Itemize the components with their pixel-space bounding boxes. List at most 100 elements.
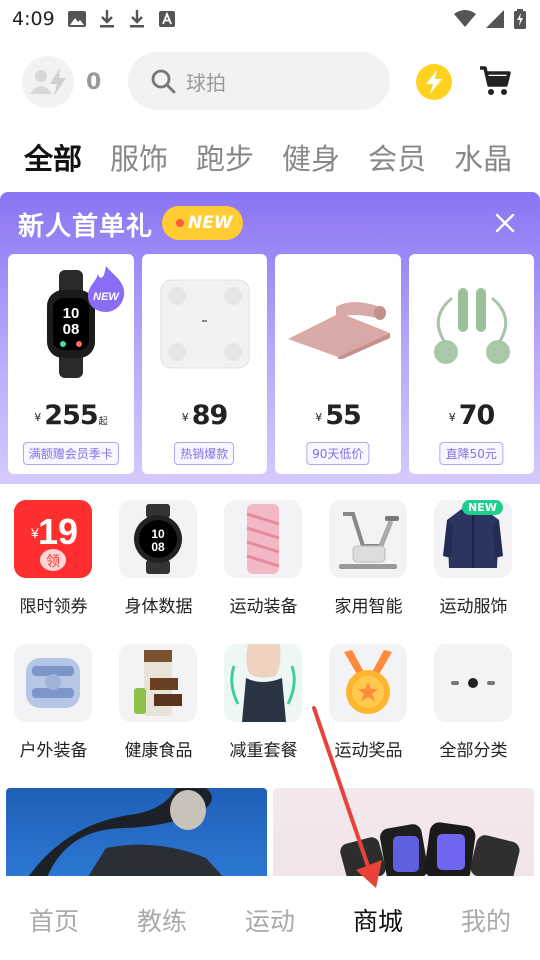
- user-bolt-icon: [30, 68, 66, 96]
- category-label: 身体数据: [124, 597, 193, 617]
- price-currency: ¥: [34, 411, 42, 424]
- close-icon[interactable]: [494, 212, 516, 234]
- wifi-icon: [454, 10, 476, 28]
- price-value: 55: [325, 400, 362, 431]
- search-icon: [151, 69, 176, 94]
- coupon-claim-text: 领: [46, 554, 60, 570]
- category-all[interactable]: 全部分类: [422, 642, 525, 786]
- nav-home[interactable]: 首页: [0, 876, 108, 960]
- category-sportswear[interactable]: NEW 运动服饰: [422, 498, 525, 642]
- price-value: 70: [458, 400, 496, 431]
- price-value: 255: [44, 400, 98, 431]
- status-time: 4:09: [12, 8, 55, 30]
- search-bar[interactable]: 球拍: [128, 52, 390, 110]
- category-label: 健康食品: [124, 741, 193, 761]
- coupon-value: 19: [38, 511, 78, 552]
- battery-icon: [514, 9, 526, 29]
- category-grid: ¥ 19 领 限时领券 10 08 身体数据 运动装备 家用智能 NEW 运动服…: [0, 498, 540, 786]
- category-home-smart[interactable]: 家用智能: [317, 498, 420, 642]
- bottom-navigation: 首页 教练 运动 商城 我的: [0, 876, 540, 960]
- nav-mall[interactable]: 商城: [324, 876, 432, 960]
- category-sports-gear[interactable]: 运动装备: [212, 498, 315, 642]
- price-currency: ¥: [315, 411, 323, 424]
- category-row: ¥ 19 领 限时领券 10 08 身体数据 运动装备 家用智能 NEW 运动服…: [0, 498, 540, 642]
- price-suffix: 起: [98, 417, 108, 427]
- category-row: 户外装备 健康食品 减重套餐 运动奖品 全部分类: [0, 642, 540, 786]
- download-icon: [98, 10, 116, 28]
- smartwatch-icon: 10 08: [119, 500, 197, 578]
- nav-me[interactable]: 我的: [432, 876, 540, 960]
- cart-button[interactable]: [478, 64, 512, 98]
- lightning-button[interactable]: [416, 64, 452, 100]
- category-label: 运动奖品: [334, 741, 403, 761]
- price-currency: ¥: [181, 411, 189, 424]
- product-tag: 90天低价: [306, 442, 370, 465]
- tab-running[interactable]: 跑步: [196, 136, 254, 184]
- svg-text:10: 10: [151, 527, 165, 541]
- product-tag: 直降50元: [439, 442, 503, 465]
- foam-roller-icon: [224, 500, 302, 578]
- promo-outdoor-image[interactable]: [6, 788, 267, 880]
- product-tag: 热销爆款: [174, 442, 235, 465]
- product-card[interactable]: 10 08 NEW ¥255起 满额赠会员季卡: [8, 254, 134, 474]
- svg-text:10: 10: [63, 305, 80, 322]
- category-body-data[interactable]: 10 08 身体数据: [107, 498, 210, 642]
- product-card[interactable]: ¥89 热销爆款: [141, 254, 268, 474]
- smart-scale-image: [142, 254, 268, 394]
- category-label: 家用智能: [334, 597, 403, 617]
- category-label: 减重套餐: [229, 741, 298, 761]
- image-icon: [68, 10, 86, 28]
- category-outdoor[interactable]: 户外装备: [2, 642, 105, 786]
- price-currency: ¥: [448, 411, 456, 424]
- promo-smartband-image[interactable]: [273, 788, 534, 880]
- yoga-mat-image: [275, 254, 401, 394]
- price-value: 89: [191, 400, 229, 431]
- new-badge: NEW: [462, 500, 503, 515]
- medal-icon: [329, 644, 407, 722]
- new-flame-badge: NEW: [87, 266, 124, 312]
- shop-header: 0 球拍: [0, 50, 540, 112]
- exercise-bike-icon: [329, 500, 407, 578]
- lightning-icon: [426, 70, 442, 94]
- product-price: ¥55: [275, 400, 401, 431]
- promo-banners: [6, 788, 534, 880]
- product-tag: 满额赠会员季卡: [22, 442, 119, 465]
- coupon-19-icon: ¥ 19 领: [14, 500, 92, 578]
- signal-icon: [486, 10, 504, 28]
- category-label: 限时领券: [19, 597, 88, 617]
- tab-all[interactable]: 全部: [24, 136, 85, 184]
- status-notification-icons: [68, 10, 176, 28]
- banner-product-list: 10 08 NEW ¥255起 满额赠会员季卡 ¥ 89 热销爆款 ¥ 55 9…: [8, 254, 534, 474]
- status-bar: 4:09: [0, 0, 540, 38]
- font-icon: [158, 10, 176, 28]
- download-icon: [128, 10, 146, 28]
- product-price: ¥255起: [8, 400, 134, 431]
- nav-sport[interactable]: 运动: [216, 876, 324, 960]
- tab-fitness[interactable]: 健身: [282, 136, 340, 184]
- tab-crystal[interactable]: 水晶: [454, 136, 512, 184]
- jump-rope-image: [409, 254, 535, 394]
- banner-new-text: NEW: [188, 213, 233, 233]
- new-flame-text: NEW: [93, 291, 120, 303]
- product-price: ¥70: [409, 400, 535, 431]
- product-price: ¥89: [142, 400, 268, 431]
- category-weight-loss[interactable]: 减重套餐: [212, 642, 315, 786]
- category-coupon[interactable]: ¥ 19 领 限时领券: [2, 498, 105, 642]
- tab-member[interactable]: 会员: [368, 136, 426, 184]
- protein-bar-icon: [119, 644, 197, 722]
- user-energy-button[interactable]: 0: [22, 56, 110, 108]
- category-sports-prize[interactable]: 运动奖品: [317, 642, 420, 786]
- banner-title: 新人首单礼: [18, 212, 154, 242]
- new-user-banner[interactable]: 新人首单礼 NEW 10 08 NEW ¥ 255起 满额赠会员季卡 ¥ 89 …: [0, 192, 540, 484]
- product-card[interactable]: ¥55 90天低价: [275, 254, 401, 474]
- banner-new-badge: NEW: [162, 206, 243, 240]
- category-label: 运动装备: [229, 597, 298, 617]
- category-label: 运动服饰: [439, 597, 508, 617]
- category-tabs: 全部 服饰 跑步 健身 会员 水晶: [24, 136, 540, 184]
- category-label: 全部分类: [439, 741, 508, 761]
- more-dots-icon: [434, 644, 512, 722]
- nav-coach[interactable]: 教练: [108, 876, 216, 960]
- product-card[interactable]: ¥70 直降50元: [408, 254, 535, 474]
- category-health-food[interactable]: 健康食品: [107, 642, 210, 786]
- tab-apparel[interactable]: 服饰: [110, 136, 168, 184]
